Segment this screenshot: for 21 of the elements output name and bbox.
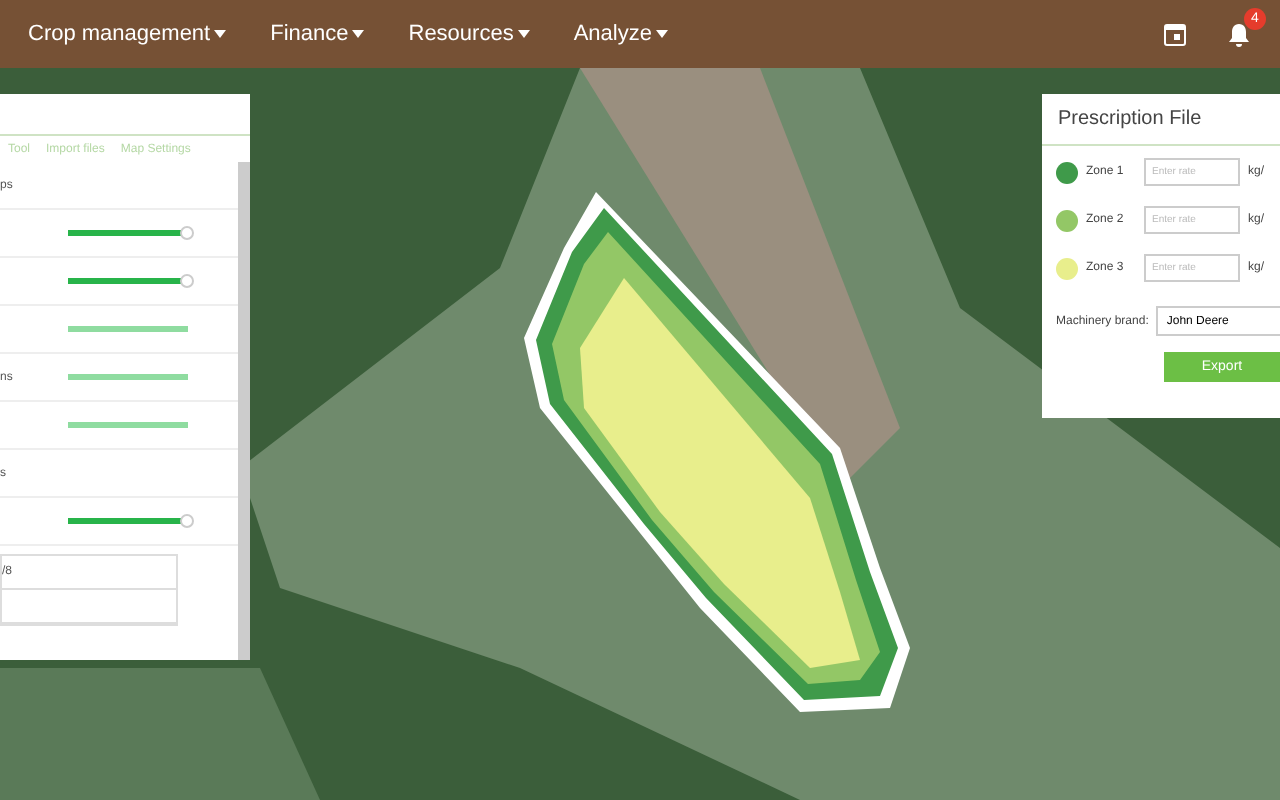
nav-menu[interactable]: Resources: [408, 22, 530, 46]
slider[interactable]: [68, 326, 188, 332]
calendar-icon[interactable]: [1164, 22, 1186, 46]
slider[interactable]: [68, 278, 188, 284]
caret-icon: [214, 30, 227, 38]
slider[interactable]: [68, 374, 188, 380]
panel-title: Prescription File: [1042, 94, 1280, 146]
slider-thumb[interactable]: [180, 274, 194, 288]
caret-icon: [517, 30, 530, 38]
nav-menu[interactable]: Crop management: [28, 22, 227, 46]
slider-thumb[interactable]: [180, 514, 194, 528]
slider[interactable]: [68, 518, 188, 524]
bell-icon[interactable]: [1226, 21, 1252, 47]
scrollbar[interactable]: [238, 162, 250, 660]
slider[interactable]: [68, 230, 188, 236]
nav-menu[interactable]: Analyze: [573, 22, 668, 46]
caret-icon: [352, 30, 365, 38]
slider[interactable]: [68, 422, 188, 428]
nav-menu[interactable]: Finance: [270, 22, 365, 46]
slider-thumb[interactable]: [180, 226, 194, 240]
caret-icon: [655, 30, 668, 38]
